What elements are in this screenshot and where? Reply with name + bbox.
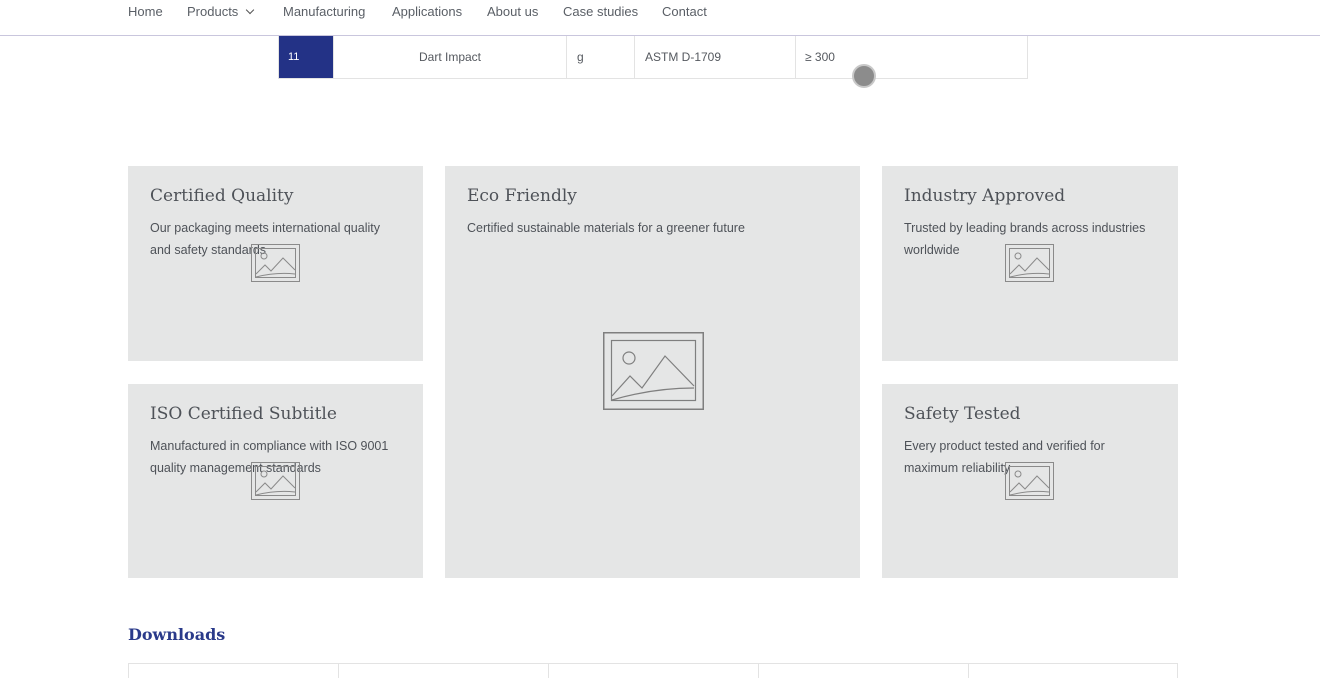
chevron-down-icon — [246, 5, 255, 15]
feature-card-safety-tested: Safety Tested Every product tested and v… — [882, 384, 1178, 578]
feature-card-iso-certified: ISO Certified Subtitle Manufactured in c… — [128, 384, 423, 578]
image-placeholder-icon — [1005, 462, 1054, 500]
nav-case-studies[interactable]: Case studies — [563, 4, 638, 19]
download-cell[interactable] — [129, 664, 339, 678]
card-title: Industry Approved — [904, 186, 1066, 206]
nav-applications[interactable]: Applications — [392, 4, 462, 19]
card-title: ISO Certified Subtitle — [150, 404, 337, 424]
nav-contact[interactable]: Contact — [662, 4, 707, 19]
nav-manufacturing[interactable]: Manufacturing — [283, 4, 365, 19]
cursor-indicator — [852, 64, 876, 88]
card-title: Certified Quality — [150, 186, 294, 206]
property-unit: g — [567, 36, 635, 78]
download-cell[interactable] — [759, 664, 969, 678]
downloads-heading: Downloads — [128, 625, 226, 644]
image-placeholder-icon — [1005, 244, 1054, 282]
image-placeholder-icon — [603, 332, 704, 410]
feature-card-industry-approved: Industry Approved Trusted by leading bra… — [882, 166, 1178, 361]
card-text: Certified sustainable materials for a gr… — [467, 221, 745, 235]
nav-products-label: Products — [187, 4, 239, 19]
property-value: ≥ 300 — [805, 50, 835, 64]
downloads-table — [128, 663, 1178, 678]
nav-about-us[interactable]: About us — [487, 4, 538, 19]
image-placeholder-icon — [251, 244, 300, 282]
test-method: ASTM D-1709 — [635, 36, 796, 78]
feature-card-eco-friendly: Eco Friendly Certified sustainable mater… — [445, 166, 860, 578]
card-title: Safety Tested — [904, 404, 1021, 424]
nav-products[interactable]: Products — [187, 4, 255, 19]
property-name: Dart Impact — [334, 36, 567, 78]
spec-table-row: 11 Dart Impact g ASTM D-1709 ≥ 300 — [278, 36, 1028, 79]
row-number: 11 — [279, 36, 334, 78]
image-placeholder-icon — [251, 462, 300, 500]
download-cell[interactable] — [339, 664, 549, 678]
nav-home[interactable]: Home — [128, 4, 163, 19]
card-title: Eco Friendly — [467, 186, 577, 206]
download-cell[interactable] — [549, 664, 759, 678]
feature-card-certified-quality: Certified Quality Our packaging meets in… — [128, 166, 423, 361]
top-navigation: Home Products Manufacturing Applications… — [0, 0, 1320, 36]
